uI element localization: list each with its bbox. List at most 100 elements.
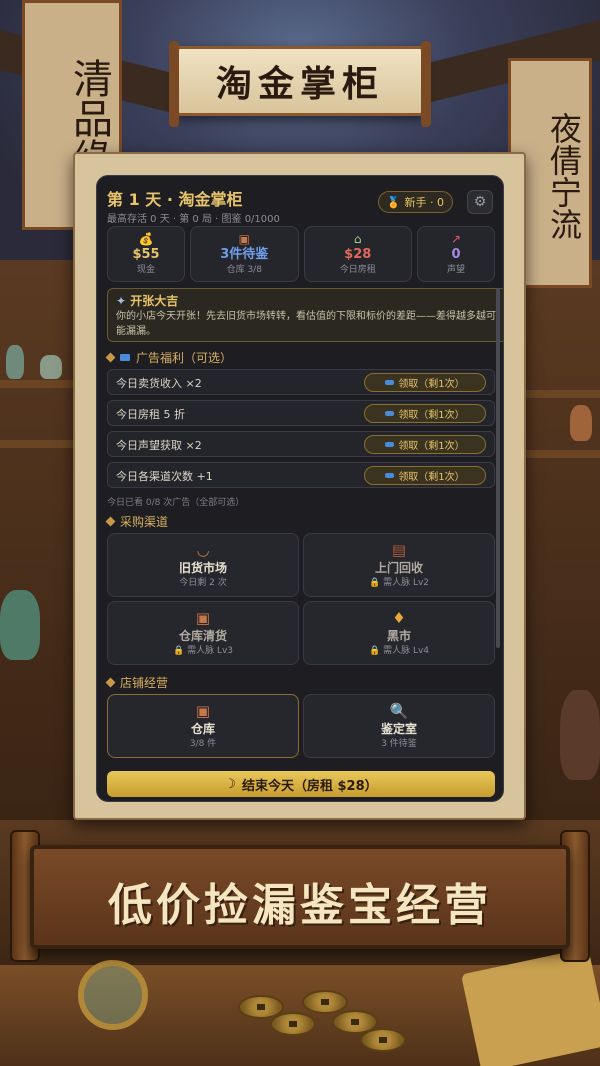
game-title: 淘金掌柜 [215,63,384,105]
shelf [520,390,600,398]
game-title-plaque: 淘金掌柜 [169,41,431,127]
ribbon-icon: ✦ [116,294,127,308]
tv-icon [385,380,395,385]
stat-value: 3件待鉴 [220,247,269,262]
section-title-text: 采购渠道 [120,515,169,529]
stat-warehouse[interactable]: ▣ 3件待鉴 仓库 3/8 [190,226,299,282]
end-day-button[interactable]: ☽ 结束今天（房租 $28） [107,771,495,797]
card-sub: 🔒 需人脉 Lv2 [369,577,429,589]
chart-icon: ↗ [450,232,461,246]
cabinet-icon: ▤ [391,541,407,559]
slogan-text: 低价捡漏鉴宝经营 [108,880,492,931]
stats-row: 💰 $55 现金 ▣ 3件待鉴 仓库 3/8 ⌂ $28 今日房租 ↗ 0 声望 [107,226,495,282]
day-title: 第 1 天 · 淘金掌柜 [107,190,243,209]
stat-value: 0 [451,247,461,262]
card-sub: 3/8 件 [189,739,217,749]
ad-row: 今日各渠道次数 +1 领取（剩1次） [107,462,495,488]
vase [6,345,24,379]
slogan-banner: 低价捡漏鉴宝经营 [30,845,570,949]
card-title: 鉴定室 [380,722,417,736]
claim-label: 领取（剩1次） [398,379,465,390]
card-sub-text: 需人脉 Lv3 [187,646,234,656]
shelf [0,380,80,388]
event-body: 你的小店今天开张！先去旧货市场转转，看估值的下限和标价的差距——差得越多越可能漏… [116,311,496,337]
stat-value: $28 [344,247,372,262]
vase [0,590,40,660]
gear-icon: ⚙ [473,194,487,210]
basket-icon: ◡ [196,541,210,559]
shop-warehouse[interactable]: ▣ 仓库 3/8 件 [107,694,299,758]
tv-icon [385,473,395,478]
end-day-label: 结束今天（房租 $28） [241,778,378,794]
shop-section-title: 店铺经营 [105,674,169,691]
event-box: ✦ 开张大吉 你的小店今天开张！先去旧货市场转转，看估值的下限和标价的差距——差… [107,288,503,342]
coin [270,1012,316,1036]
stat-value: $55 [132,247,160,262]
stat-label: 声望 [446,265,465,275]
channel-warehouse-clearance[interactable]: ▣ 仓库清货 🔒 需人脉 Lv3 [107,601,299,665]
rank-label: 新手 · 0 [404,196,445,209]
card-title: 仓库 [190,722,215,736]
card-title: 仓库清货 [178,629,227,643]
ads-section-title: 广告福利（可选） [105,349,233,366]
card-sub: 🔒 需人脉 Lv3 [173,645,233,657]
box-icon: ▣ [195,609,211,627]
claim-ad-button[interactable]: 领取（剩1次） [364,466,486,485]
box-icon: ▣ [238,232,250,246]
shop-appraisal-room[interactable]: 🔍 鉴定室 3 件待鉴 [303,694,495,758]
magnifier-icon: 🔍 [389,702,409,720]
section-title-text: 广告福利（可选） [136,351,233,365]
channel-black-market[interactable]: ♦ 黑市 🔒 需人脉 Lv4 [303,601,495,665]
vase [570,405,592,441]
channel-flea-market[interactable]: ◡ 旧货市场 今日剩 2 次 [107,533,299,597]
claim-label: 领取（剩1次） [398,410,465,421]
claim-ad-button[interactable]: 领取（剩1次） [364,435,486,454]
coin [360,1028,406,1052]
money-bag-icon: 💰 [138,232,154,246]
ad-label: 今日各渠道次数 +1 [116,470,213,483]
card-sub: 3 件待鉴 [381,739,417,749]
ad-label: 今日卖货收入 ×2 [116,377,202,390]
lantern-icon: ♦ [392,609,406,627]
ad-label: 今日声望获取 ×2 [116,439,202,452]
box-icon: ▣ [195,702,211,720]
channel-home-recycle[interactable]: ▤ 上门回收 🔒 需人脉 Lv2 [303,533,495,597]
card-title: 上门回收 [374,561,423,575]
vase [560,690,600,780]
ad-label: 今日房租 5 折 [116,408,185,421]
game-panel: 第 1 天 · 淘金掌柜 最高存活 0 天 · 第 0 局 · 图鉴 0/100… [96,175,504,802]
scrollbar[interactable] [496,288,500,648]
shelf [0,440,80,448]
settings-button[interactable]: ⚙ [467,190,493,214]
lock-icon: 🔒 [368,646,381,656]
stat-reputation: ↗ 0 声望 [416,226,495,282]
shelf [520,450,600,458]
diamond-icon [105,677,116,688]
progress-subtitle: 最高存活 0 天 · 第 0 局 · 图鉴 0/1000 [107,214,280,225]
claim-ad-button[interactable]: 领取（剩1次） [364,373,486,392]
moon-icon: ☽ [224,776,236,792]
stat-label: 仓库 3/8 [226,265,262,275]
vase [40,355,62,379]
section-title-text: 店铺经营 [120,676,169,690]
claim-label: 领取（剩1次） [398,472,465,483]
tv-icon [385,442,395,447]
event-title: ✦ 开张大吉 [116,293,498,309]
stat-label: 今日房租 [339,265,376,275]
card-sub-text: 需人脉 Lv4 [383,646,430,656]
diamond-icon [105,352,116,363]
stat-cash: 💰 $55 现金 [107,226,186,282]
claim-ad-button[interactable]: 领取（剩1次） [364,404,486,423]
panel-header: 第 1 天 · 淘金掌柜 最高存活 0 天 · 第 0 局 · 图鉴 0/100… [107,182,493,228]
card-sub: 🔒 需人脉 Lv4 [369,645,429,657]
rank-badge[interactable]: 🏅 新手 · 0 [377,191,453,213]
card-title: 旧货市场 [178,561,227,575]
ad-row: 今日声望获取 ×2 领取（剩1次） [107,431,495,457]
magnifying-glass [78,960,148,1030]
card-sub-text: 需人脉 Lv2 [383,578,430,588]
ad-row: 今日房租 5 折 领取（剩1次） [107,400,495,426]
lock-icon: 🔒 [368,578,381,588]
medal-icon: 🏅 [386,195,401,209]
lock-icon: 🔒 [172,646,185,656]
stat-rent: ⌂ $28 今日房租 [303,226,412,282]
